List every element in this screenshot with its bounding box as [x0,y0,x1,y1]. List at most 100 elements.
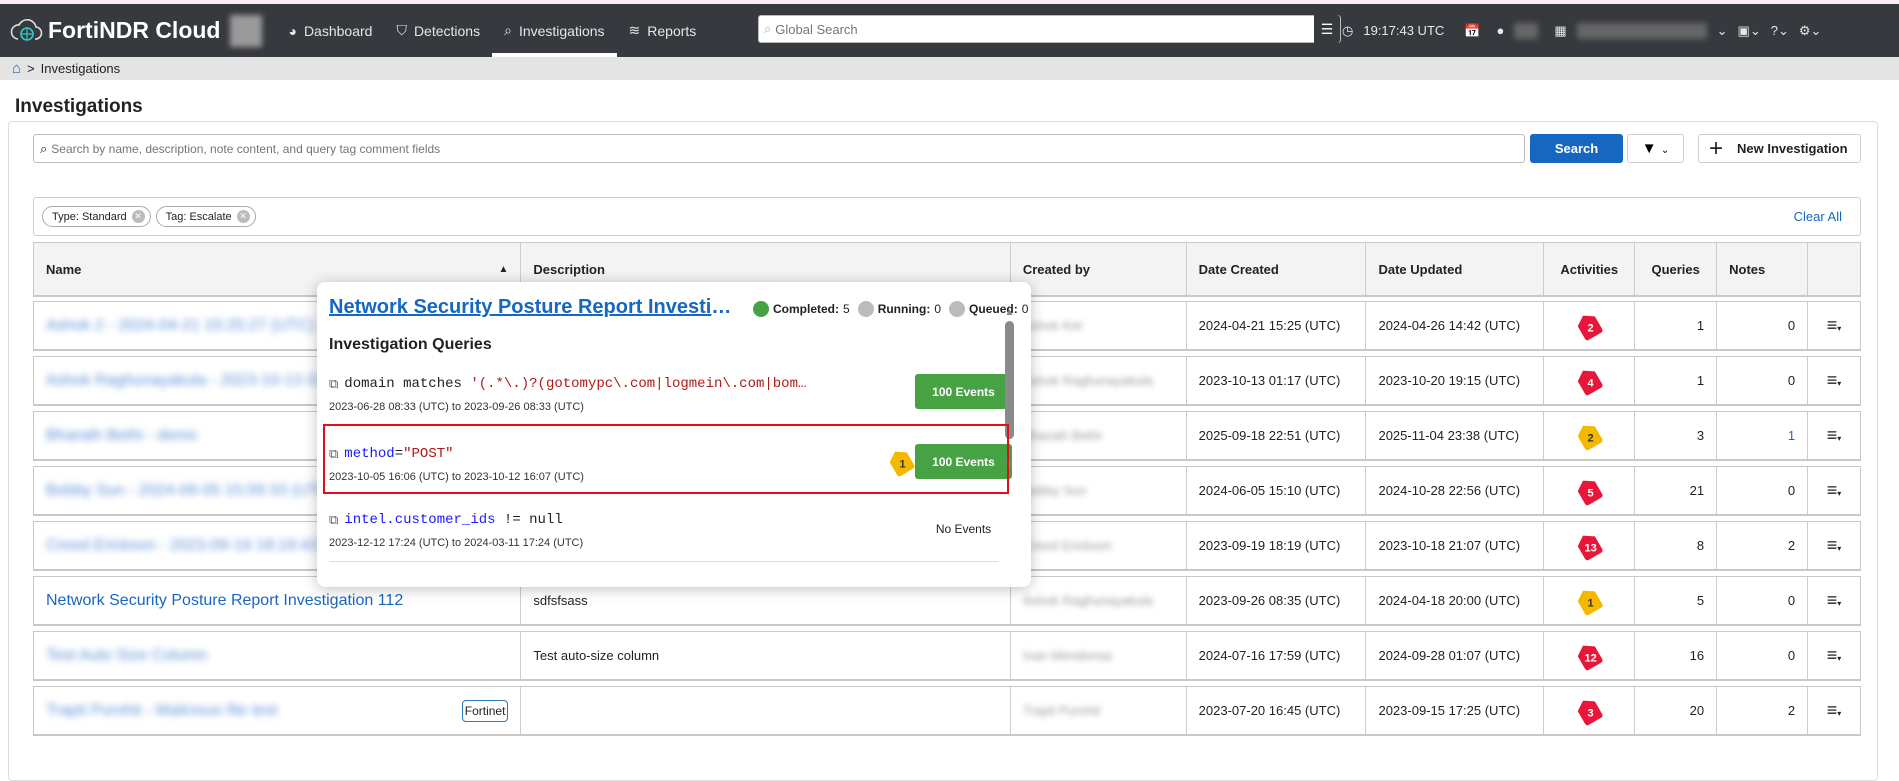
brand-name: FortiNDR Cloud [48,17,221,43]
cell-queries: 3 [1635,412,1718,459]
header-label: Created by [1022,261,1091,277]
date-created-text: 2025-09-18 22:51 (UTC) [1198,428,1341,443]
new-investigation-button[interactable]: + New Investigation [1698,134,1861,163]
clock-icon: ◷ [1342,22,1354,38]
cell-date-created: 2023-09-19 18:19 (UTC) [1187,522,1367,569]
activity-count: 2 [1587,431,1594,444]
query-token: '(.*\.)?(gotomypc\.com|logmein\.com|bom… [470,376,807,392]
running-label: Running: [877,302,931,316]
cell-date-updated: 2023-10-18 21:07 (UTC) [1366,522,1545,569]
cell-activities: 4 [1544,357,1636,404]
scrollbar-thumb[interactable] [1005,321,1014,439]
filter-chip-tag[interactable]: Tag: Escalate ✕ [155,206,256,227]
activity-tag-icon[interactable]: 4 [1575,365,1604,396]
copy-icon[interactable]: ⧉ [329,377,338,392]
investigation-name-link[interactable]: Bobby Sun - 2024-06-05 15:09:33 (UTC) [46,482,335,500]
col-actions [1808,243,1860,295]
investigation-name-link[interactable]: Test Auto Size Column [46,647,207,665]
scroll-up-icon[interactable]: ▲ [1004,307,1015,318]
date-updated-text: 2023-10-18 21:07 (UTC) [1378,538,1521,553]
shield-icon: ⛉ [396,22,407,38]
notes-count: 0 [1787,593,1796,608]
col-date-updated[interactable]: Date Updated [1366,243,1545,295]
chevron-down-icon[interactable]: ⌄ [1717,23,1728,39]
nav-dashboard[interactable]: ◕ Dashboard [276,4,384,57]
popover-title-link[interactable]: Network Security Posture Report Investig… [329,296,739,319]
user-icon[interactable]: ● [1496,23,1504,38]
nav-detections[interactable]: ⛉ Detections [384,4,492,57]
queued-dot-icon [949,301,966,317]
queries-heading: Investigation Queries [329,336,492,353]
row-menu-icon[interactable]: ≡▾ [1827,700,1842,721]
cell-queries: 8 [1635,522,1718,569]
investigation-name-link[interactable]: Ashok Raghunayakula - 2023-10-13 01:17 [46,372,347,390]
investigation-search: ⌕ [33,134,1525,163]
cell-description [521,687,1011,734]
filter-chip-type[interactable]: Type: Standard ✕ [42,206,151,227]
row-menu-icon[interactable]: ≡▾ [1827,480,1842,501]
investigation-name-link[interactable]: Trapti Purohit - Malicious file test [46,702,277,720]
activity-tag-icon[interactable]: 13 [1575,530,1604,561]
remove-chip-icon[interactable]: ✕ [131,210,145,223]
investigation-search-input[interactable] [51,141,1524,156]
col-notes[interactable]: Notes [1717,243,1809,295]
row-menu-icon[interactable]: ≡▾ [1827,535,1842,556]
activity-tag-icon[interactable]: 2 [1575,310,1604,341]
activity-tag-icon[interactable]: 1 [1575,585,1604,616]
queries-count: 16 [1689,648,1705,663]
query-token: != null [495,512,563,528]
global-search-input[interactable] [771,21,1314,37]
created-by-text: Bharath Bethi [1022,428,1102,443]
filter-dropdown-button[interactable]: ▼ ⌄ [1627,134,1684,163]
notes-count[interactable]: 2 [1788,703,1795,718]
activity-count: 4 [1587,376,1594,389]
nav-investigations[interactable]: ⌕ Investigations [492,4,618,57]
calendar-check-icon[interactable]: 📅 [1464,23,1480,39]
activity-tag-icon[interactable]: 3 [1575,695,1604,726]
cell-actions: ≡▾ [1808,522,1860,569]
col-date-created[interactable]: Date Created [1187,243,1367,295]
activity-tag-icon[interactable]: 2 [1575,420,1604,451]
help-icon[interactable]: ?⌄ [1771,23,1789,39]
query-date-range: 2023-12-12 17:24 (UTC) to 2024-03-11 17:… [329,537,584,549]
date-created-text: 2023-09-26 08:35 (UTC) [1198,593,1341,608]
search-button[interactable]: Search [1530,134,1623,163]
folder-search-icon[interactable]: ▣⌄ [1738,23,1761,39]
table-row[interactable]: Test Auto Size Column Test auto-size col… [33,631,1861,681]
sort-asc-icon[interactable]: ▲ [499,264,509,275]
completed-count: 5 [843,302,850,316]
nav-reports[interactable]: ≋ Reports [617,4,709,57]
col-activities[interactable]: Activities [1544,243,1636,295]
row-menu-icon[interactable]: ≡▾ [1827,425,1842,446]
cell-date-updated: 2024-04-26 14:42 (UTC) [1366,302,1545,349]
remove-chip-icon[interactable]: ✕ [236,210,250,223]
running-count: 0 [934,302,942,316]
nav-label: Detections [413,22,481,39]
row-menu-icon[interactable]: ≡▾ [1827,645,1842,666]
home-icon[interactable]: ⌂ [12,60,21,77]
investigation-name-link[interactable]: Bharath Bethi - demo [46,427,197,445]
notes-count[interactable]: 2 [1788,538,1795,553]
activity-tag-icon[interactable]: 5 [1575,475,1604,506]
activity-tag-icon[interactable]: 12 [1575,640,1604,671]
row-menu-icon[interactable]: ≡▾ [1827,590,1842,611]
investigation-name-link[interactable]: Network Security Posture Report Investig… [46,592,403,610]
clear-all-link[interactable]: Clear All [1794,209,1842,224]
notes-count[interactable]: 1 [1788,428,1795,443]
checklist-icon[interactable]: ☰ [1314,15,1340,43]
col-queries[interactable]: Queries [1635,243,1718,295]
investigation-name-link[interactable]: Ashok 2 - 2024-04-21 15:25:27 (UTC) [46,317,315,335]
events-button[interactable]: 100 Events [915,374,1012,409]
created-by-text: Trapti Purohit [1022,703,1101,718]
copy-icon[interactable]: ⧉ [329,513,338,528]
nav-label: Dashboard [303,22,373,39]
gear-icon[interactable]: ⚙⌄ [1799,23,1822,39]
col-created-by[interactable]: Created by [1011,243,1187,295]
table-row[interactable]: Trapti Purohit - Malicious file test Fort… [33,686,1861,736]
cell-activities: 5 [1544,467,1636,514]
brand-logo[interactable]: FortiNDR Cloud [10,15,220,47]
row-menu-icon[interactable]: ≡▾ [1827,370,1842,391]
investigation-name-link[interactable]: Creed Erickson - 2023-09-19 18:19:43 [46,537,318,555]
redacted-org[interactable] [1576,22,1707,39]
row-menu-icon[interactable]: ≡▾ [1827,315,1842,336]
